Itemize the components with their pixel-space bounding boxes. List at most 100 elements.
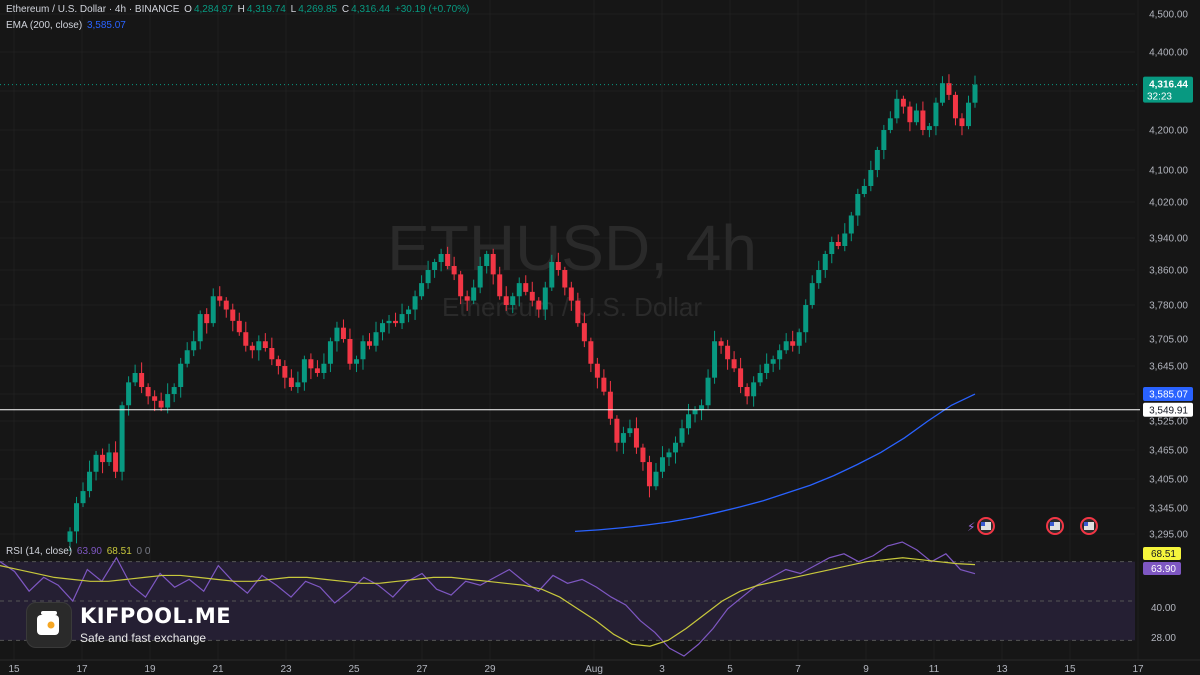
crosshair-price-value: 3,549.91 [1149,405,1188,416]
candle-up [360,341,366,360]
price-tick-label: 3,405.00 [1149,475,1188,486]
candle-down [790,341,796,346]
price-axis[interactable]: 4,500.004,400.004,300.004,200.004,100.00… [1140,0,1200,675]
candle-down [588,341,594,364]
candle-down [523,283,529,292]
sparkle-icon: ⚡ [967,520,975,534]
candle-up [197,314,203,342]
candle-up [438,254,444,262]
candle-up [809,283,815,305]
candle-down [594,363,600,378]
us-flag-icon[interactable] [1046,517,1064,535]
candle-up [972,84,978,103]
candle-down [503,296,509,305]
ema-line[interactable] [574,393,976,533]
flag-canton [981,522,985,526]
time-tick-label: 15 [1064,664,1076,675]
candle-down [308,359,314,369]
candle-down [907,106,913,123]
candle-up [751,382,757,397]
candle-up [686,414,692,429]
candle-up [419,283,425,297]
high-label: H [237,4,245,15]
price-tick-label: 3,295.00 [1149,530,1188,541]
candle-up [803,305,809,333]
time-tick-label: 7 [795,664,801,675]
candle-up [620,433,626,443]
candle-up [627,428,633,434]
candle-up [106,452,112,463]
candle-down [744,387,750,397]
candle-up [757,373,763,383]
flag-canton [1084,522,1088,526]
candle-down [158,400,164,408]
candle-down [581,323,587,342]
candle-up [126,382,132,406]
candle-down [633,428,639,448]
candle-down [497,274,503,297]
candle-up [939,83,945,103]
candle-up [829,242,835,254]
candle-up [705,377,711,406]
candle-up [67,531,73,542]
candle-down [614,418,620,443]
candle-up [74,503,80,532]
event-icons[interactable]: ⚡ [967,517,1098,535]
candle-down [575,300,581,324]
open-value: 4,284.97 [193,4,233,15]
time-axis[interactable]: 15 17 19 21 23 25 27 29 Aug 3 5 7 9 11 13 15 17 [0,659,1200,675]
price-tick-label: 3,525.00 [1149,417,1188,428]
candle-up [334,327,340,342]
price-tick-label: 3,940.00 [1149,234,1188,245]
candle-up [764,363,770,374]
candle-up [510,296,516,305]
us-flag-icon[interactable] [1080,517,1098,535]
ema-legend[interactable]: EMA (200, close) 3,585.07 [6,20,128,31]
candle-up [93,454,99,472]
candle-down [223,300,229,310]
candle-up [380,323,386,333]
time-tick-label: 13 [996,664,1008,675]
chart-canvas[interactable]: ETHUSD, 4h Ethereum / U.S. Dollar ⚡ 4,50… [0,0,1200,675]
us-flag-icon[interactable] [977,517,995,535]
candle-down [529,291,535,301]
rsi-tag-value: 63.90 [1151,564,1176,575]
price-tick-label: 4,100.00 [1149,166,1188,177]
change-value: +30.19 (+0.70%) [394,4,470,15]
ema-value: 3,585.07 [86,20,126,31]
time-tick-label: 11 [929,664,940,675]
logo-subtitle: Safe and fast exchange [80,631,207,645]
ema-series [574,393,976,533]
candle-down [464,296,470,301]
candle-up [542,287,548,310]
rsi-ma-value: 68.51 [106,546,132,557]
candle-up [692,409,698,415]
candle-up [386,320,392,324]
candle-down [959,118,965,127]
candle-down [217,296,223,301]
candle-down [607,391,613,419]
candle-up [178,363,184,388]
logo-badge-icon [26,602,72,648]
candle-up [926,126,932,130]
candle-up [868,170,874,186]
candle-up [855,194,861,216]
rsi-legend[interactable]: RSI (14, close) 63.90 68.51 0 0 [6,546,152,557]
candle-down [835,242,841,246]
candle-up [887,118,893,130]
flag-canton [1050,522,1054,526]
candle-up [256,341,262,351]
time-tick-label: 25 [348,664,360,675]
rsi-label: RSI (14, close) [6,546,73,557]
candle-down [243,332,249,346]
candle-down [900,98,906,107]
candle-up [471,287,477,301]
symbol-title[interactable]: Ethereum / U.S. Dollar · 4h · BINANCE [6,4,179,15]
time-tick-label: 9 [863,664,869,675]
time-tick-label: Aug [585,664,603,675]
candle-down [601,377,607,392]
candle-up [321,363,327,374]
candle-down [230,309,236,321]
price-tick-label: 4,400.00 [1149,48,1188,59]
candle-up [549,262,555,288]
